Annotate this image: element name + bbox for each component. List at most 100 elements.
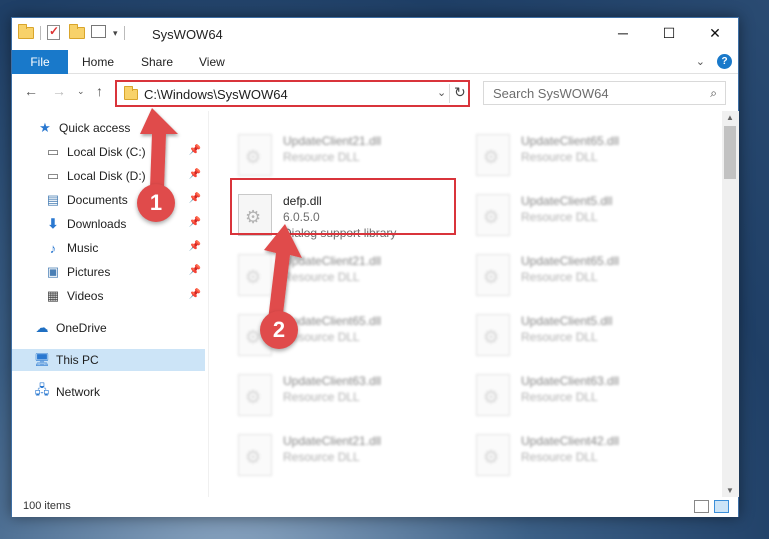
tiles-view-icon[interactable]: [714, 500, 729, 513]
file-item[interactable]: UpdateClient63.dll Resource DLL: [471, 370, 701, 426]
file-description: Resource DLL: [521, 330, 598, 344]
file-highlight-box: [230, 178, 456, 235]
sidebar-item-label: Pictures: [67, 265, 111, 279]
tab-view[interactable]: View: [199, 55, 225, 69]
vertical-scrollbar[interactable]: ▲ ▼: [722, 111, 739, 497]
quick-access-toolbar: ▾: [18, 24, 125, 41]
file-name: UpdateClient21.dll: [283, 434, 382, 448]
drive-icon: ▭: [46, 168, 60, 183]
maximize-button[interactable]: ☐: [646, 18, 692, 48]
window-title: SysWOW64: [152, 27, 223, 42]
file-explorer-window: ▾ SysWOW64 ─ ☐ ✕ File Home Share View ⌄ …: [11, 17, 739, 517]
minimize-button[interactable]: ─: [600, 18, 646, 48]
scrollbar-thumb[interactable]: [724, 126, 736, 179]
sidebar-item-music[interactable]: ♪ Music 📌: [12, 237, 205, 259]
dll-file-icon: [476, 434, 510, 476]
close-button[interactable]: ✕: [692, 18, 738, 48]
computer-icon: 🖥: [33, 352, 51, 367]
dll-file-icon: [238, 434, 272, 476]
pin-icon: 📌: [188, 169, 201, 180]
search-input[interactable]: Search SysWOW64 ⌕: [483, 81, 726, 105]
sidebar-item-pictures[interactable]: ▣ Pictures 📌: [12, 261, 205, 283]
file-item[interactable]: UpdateClient42.dll Resource DLL: [471, 430, 701, 486]
properties-icon[interactable]: [91, 25, 107, 41]
step-1-badge: 1: [137, 184, 175, 222]
file-description: Resource DLL: [283, 150, 360, 164]
dll-file-icon: [238, 134, 272, 176]
file-item[interactable]: UpdateClient65.dll Resource DLL: [471, 130, 701, 186]
file-item[interactable]: UpdateClient5.dll Resource DLL: [471, 310, 701, 366]
ribbon-right-controls: ⌄ ?: [696, 54, 732, 69]
file-description: Resource DLL: [521, 390, 598, 404]
videos-icon: ▦: [46, 288, 60, 303]
toolbar-divider: [40, 26, 41, 40]
back-arrow-icon[interactable]: ←: [24, 83, 38, 99]
search-icon[interactable]: ⌕: [710, 86, 717, 101]
file-description: Resource DLL: [283, 390, 360, 404]
help-button[interactable]: ?: [717, 54, 732, 69]
up-arrow-icon[interactable]: ↑: [96, 83, 103, 99]
file-item[interactable]: UpdateClient5.dll Resource DLL: [471, 190, 701, 246]
sidebar-item-network[interactable]: 🖧 Network: [12, 381, 205, 403]
tab-home[interactable]: Home: [82, 55, 114, 69]
tab-share[interactable]: Share: [141, 55, 173, 69]
file-description: Resource DLL: [521, 270, 598, 284]
properties-check-icon[interactable]: [47, 24, 63, 41]
scroll-up-icon[interactable]: ▲: [726, 113, 734, 122]
address-history-chevron-icon[interactable]: ⌄: [437, 86, 446, 99]
details-view-icon[interactable]: [694, 500, 709, 513]
file-item[interactable]: UpdateClient21.dll Resource DLL: [233, 430, 463, 486]
file-description: Resource DLL: [521, 450, 598, 464]
tab-file[interactable]: File: [12, 50, 68, 74]
pin-icon: 📌: [188, 193, 201, 204]
file-name: UpdateClient21.dll: [283, 134, 382, 148]
expand-ribbon-chevron-icon[interactable]: ⌄: [696, 55, 705, 68]
sidebar-item-label: Music: [67, 241, 99, 255]
cloud-icon: ☁: [35, 320, 49, 335]
item-count: 100 items: [23, 500, 71, 512]
refresh-icon[interactable]: ↻: [454, 84, 466, 101]
star-icon: ★: [39, 120, 51, 135]
file-name: UpdateClient5.dll: [521, 314, 613, 328]
sidebar-item-label: OneDrive: [56, 321, 107, 335]
forward-arrow-icon[interactable]: →: [52, 83, 66, 99]
file-list: UpdateClient21.dll Resource DLL defp.dll…: [219, 111, 721, 497]
address-bar[interactable]: C:\Windows\SysWOW64 ⌄ ↻: [115, 80, 470, 107]
recent-locations-chevron-icon[interactable]: ⌄: [77, 86, 85, 97]
address-divider: [449, 84, 450, 103]
address-path[interactable]: C:\Windows\SysWOW64: [144, 87, 288, 102]
sidebar-item-downloads[interactable]: ⬇ Downloads 📌: [12, 213, 205, 235]
status-bar: 100 items: [12, 497, 738, 517]
file-item[interactable]: UpdateClient21.dll Resource DLL: [233, 250, 463, 306]
sidebar-item-label: This PC: [56, 353, 99, 367]
file-name: UpdateClient21.dll: [283, 254, 382, 268]
sidebar-item-this-pc[interactable]: 🖥 This PC: [12, 349, 205, 371]
dll-file-icon: [476, 254, 510, 296]
pin-icon: 📌: [188, 145, 201, 156]
sidebar-item-documents[interactable]: ▤ Documents 📌: [12, 189, 205, 211]
sidebar-item-quick-access[interactable]: ★ Quick access: [12, 117, 205, 139]
sidebar-item-label: Local Disk (C:): [67, 145, 146, 159]
sidebar-item-local-disk-c[interactable]: ▭ Local Disk (C:) 📌: [12, 141, 205, 163]
folder-icon: [124, 86, 138, 100]
music-icon: ♪: [49, 240, 57, 256]
dll-file-icon: [476, 374, 510, 416]
network-icon: 🖧: [34, 382, 50, 397]
sidebar-item-onedrive[interactable]: ☁ OneDrive: [12, 317, 205, 339]
ribbon-tabs: File Home Share View ⌄ ?: [12, 50, 738, 74]
documents-icon: ▤: [46, 192, 60, 207]
scroll-down-icon[interactable]: ▼: [726, 486, 734, 495]
file-description: Resource DLL: [521, 150, 598, 164]
sidebar-item-videos[interactable]: ▦ Videos 📌: [12, 285, 205, 307]
dll-file-icon: [476, 134, 510, 176]
downloads-icon: ⬇: [47, 216, 59, 231]
file-name: UpdateClient65.dll: [521, 254, 620, 268]
new-folder-icon[interactable]: [69, 24, 85, 41]
file-item[interactable]: UpdateClient65.dll Resource DLL: [471, 250, 701, 306]
sidebar-item-local-disk-d[interactable]: ▭ Local Disk (D:) 📌: [12, 165, 205, 187]
dll-file-icon: [476, 194, 510, 236]
customize-toolbar-chevron-icon[interactable]: ▾: [113, 28, 118, 39]
pin-icon: 📌: [188, 241, 201, 252]
file-item[interactable]: UpdateClient63.dll Resource DLL: [233, 370, 463, 426]
search-placeholder: Search SysWOW64: [493, 86, 609, 101]
